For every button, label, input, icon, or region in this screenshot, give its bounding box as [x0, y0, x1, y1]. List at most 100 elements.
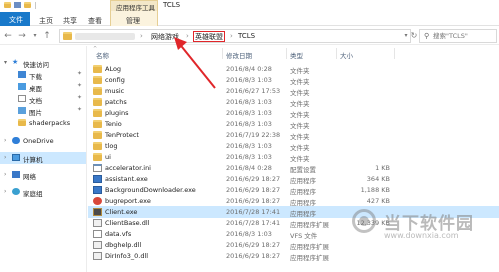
sidebar-item-documents[interactable]: 文档 ✦	[0, 93, 86, 105]
application-icon	[93, 175, 102, 183]
column-header-type[interactable]: 类型	[290, 50, 303, 60]
file-date: 2016/6/29 18:27	[226, 186, 281, 194]
search-box[interactable]: ⚲	[419, 29, 497, 43]
pin-icon: ✦	[77, 94, 83, 101]
dll-icon	[93, 219, 102, 227]
file-name: assistant.exe	[105, 175, 148, 183]
properties-icon[interactable]	[14, 2, 21, 8]
tab-manage[interactable]: 管理	[110, 11, 158, 26]
folder-icon	[93, 153, 102, 161]
sidebar-item-computer[interactable]: › 计算机	[0, 152, 86, 164]
sidebar-item-desktop[interactable]: 桌面 ✦	[0, 81, 86, 93]
sidebar-item-quick-access[interactable]: ▾ ★ 快速访问	[0, 57, 86, 69]
file-date: 2016/7/28 17:41	[226, 219, 281, 227]
settings-file-icon	[93, 164, 102, 172]
sidebar-item-label: 图片	[29, 109, 42, 117]
watermark: 当下软件园 www.downxia.com	[346, 203, 496, 263]
file-name: bugreport.exe	[105, 197, 151, 205]
file-name: Tenio	[105, 120, 122, 128]
folder-icon	[93, 109, 102, 117]
desktop-icon	[18, 83, 26, 90]
file-name: ALog	[105, 65, 122, 73]
address-bar[interactable]: › 网络游戏 › 英雄联盟 › TCLS	[59, 29, 411, 43]
file-date: 2016/8/4 0:28	[226, 164, 272, 172]
column-header-name[interactable]: 名称	[96, 50, 109, 60]
folder-icon	[4, 2, 11, 8]
sidebar-item-label: 网络	[23, 173, 36, 181]
file-size: 1,188 KB	[360, 186, 390, 194]
pin-icon: ✦	[77, 70, 83, 77]
file-date: 2016/7/28 17:41	[226, 208, 281, 216]
breadcrumb-separator: ›	[140, 32, 143, 40]
sidebar-item-label: shaderpacks	[29, 119, 71, 127]
column-divider[interactable]	[336, 48, 337, 59]
sidebar-item-network[interactable]: › 网络	[0, 169, 86, 181]
file-tab[interactable]: 文件	[0, 12, 30, 26]
tab-home[interactable]: 主页	[39, 16, 53, 26]
breadcrumb-separator: ›	[230, 32, 233, 40]
sidebar-item-downloads[interactable]: 下载 ✦	[0, 69, 86, 81]
breadcrumb-tcls[interactable]: TCLS	[238, 32, 255, 40]
folder-icon	[93, 87, 102, 95]
pin-icon: ✦	[77, 106, 83, 113]
search-icon: ⚲	[424, 32, 430, 40]
folder-icon	[93, 142, 102, 150]
annotation-arrow-head	[174, 37, 187, 50]
toolbar-divider	[35, 2, 36, 9]
column-divider[interactable]	[286, 48, 287, 59]
column-divider[interactable]	[394, 48, 395, 59]
file-name: tlog	[105, 142, 118, 150]
file-date: 2016/8/3 1:03	[226, 142, 272, 150]
sidebar-item-label: 下载	[29, 73, 42, 81]
folder-icon	[93, 98, 102, 106]
sidebar-item-homegroup[interactable]: › 家庭组	[0, 186, 86, 198]
sidebar-item-shaderpacks[interactable]: shaderpacks	[0, 117, 86, 129]
file-name: ClientBase.dll	[105, 219, 150, 227]
file-type: 应用程序扩展	[290, 254, 329, 262]
computer-icon	[12, 154, 20, 161]
folder-icon	[93, 76, 102, 84]
forward-button[interactable]: →	[16, 30, 28, 42]
back-button[interactable]: ←	[2, 30, 14, 42]
folder-icon	[18, 119, 26, 126]
game-icon	[93, 208, 102, 216]
folder-icon	[93, 120, 102, 128]
annotation-arrow-line	[177, 41, 216, 89]
column-header-size[interactable]: 大小	[340, 50, 353, 60]
sidebar-item-label: 桌面	[29, 85, 42, 93]
ribbon-tabs: 文件 主页 共享 查看 管理	[0, 11, 499, 26]
watermark-logo-dot	[359, 216, 369, 226]
sidebar-item-label: 计算机	[23, 156, 43, 164]
file-date: 2016/8/4 0:28	[226, 65, 272, 73]
tab-view[interactable]: 查看	[88, 16, 102, 26]
tab-share[interactable]: 共享	[63, 16, 77, 26]
file-size: 364 KB	[366, 175, 390, 183]
window-title: TCLS	[163, 1, 181, 9]
watermark-url: www.downxia.com	[384, 231, 459, 240]
pin-icon: ✦	[77, 82, 83, 89]
bug-icon	[93, 197, 102, 205]
file-name: accelerator.ini	[105, 164, 151, 172]
file-name: music	[105, 87, 125, 95]
dll-icon	[93, 241, 102, 249]
sidebar-item-label: 家庭组	[23, 190, 43, 198]
sidebar-item-label: 文档	[29, 97, 42, 105]
search-input[interactable]	[433, 31, 495, 41]
file-name: data.vfs	[105, 230, 132, 238]
file-date: 2016/6/29 18:27	[226, 241, 281, 249]
recent-locations-button[interactable]: ▾	[29, 30, 41, 42]
download-icon	[18, 71, 26, 78]
file-date: 2016/8/3 1:03	[226, 98, 272, 106]
file-name: ui	[105, 153, 111, 161]
dll-icon	[93, 252, 102, 260]
sidebar-item-onedrive[interactable]: › OneDrive	[0, 135, 86, 147]
file-date: 2016/8/3 1:03	[226, 109, 272, 117]
file-name: BackgroundDownloader.exe	[105, 186, 196, 194]
file-name: config	[105, 76, 125, 84]
up-button[interactable]: ↑	[41, 30, 53, 42]
annotation-arrow	[174, 37, 216, 89]
new-folder-icon[interactable]	[24, 2, 31, 8]
file-name: Client.exe	[105, 208, 138, 216]
sidebar-item-pictures[interactable]: 图片 ✦	[0, 105, 86, 117]
file-name: patchs	[105, 98, 127, 106]
